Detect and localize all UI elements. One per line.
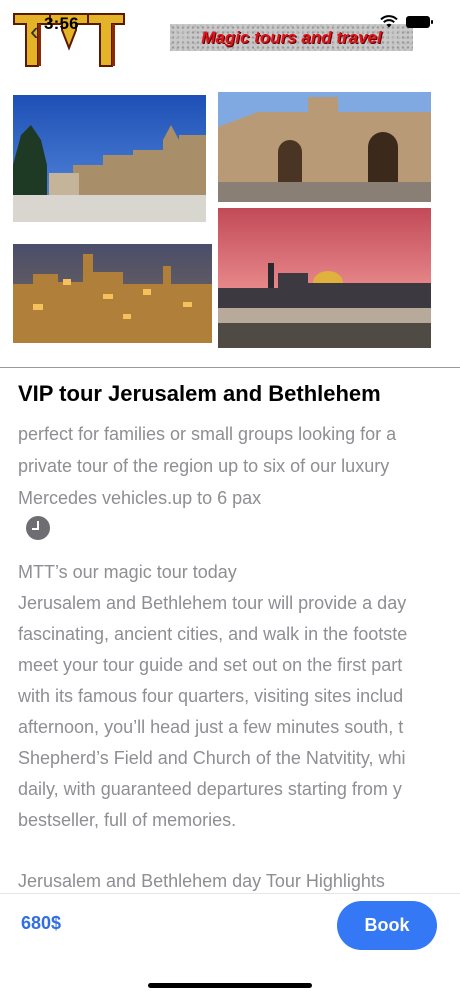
gallery-image-western-wall[interactable] [218, 208, 431, 348]
tour-title: VIP tour Jerusalem and Bethlehem [18, 381, 381, 406]
status-time: 3:56 [44, 14, 79, 33]
price-label: 680$ [21, 913, 62, 933]
battery-icon [406, 15, 433, 28]
tour-subtitle: perfect for families or small groups loo… [18, 418, 458, 514]
gallery-image-holy-sepulchre[interactable] [218, 92, 431, 202]
description-line: Jerusalem and Bethlehem tour will provid… [18, 593, 407, 613]
wifi-icon [380, 15, 398, 28]
clock-icon [26, 516, 50, 540]
description-line: with its famous four quarters, visiting … [18, 686, 404, 706]
subtitle-line: Mercedes vehicles.up to 6 pax [18, 488, 262, 508]
book-button[interactable]: Book [337, 901, 437, 950]
description-line: fascinating, ancient cities, and walk in… [18, 624, 408, 644]
highlights-heading: Jerusalem and Bethlehem day Tour Highlig… [18, 871, 385, 891]
back-chevron-icon[interactable]: ‹ [30, 16, 39, 47]
brand-banner: Magic tours and travel [170, 24, 413, 51]
description-line: afternoon, you’ll head just a few minute… [18, 717, 404, 737]
divider [0, 367, 460, 368]
description-line: MTT’s our magic tour today [18, 562, 237, 582]
description-line: Shepherd’s Field and Church of the Natvi… [18, 748, 406, 768]
status-icons [380, 15, 433, 28]
tour-description: MTT’s our magic tour today Jerusalem and… [18, 557, 460, 836]
description-line: meet your tour guide and set out on the … [18, 655, 403, 675]
description-line: daily, with guaranteed departures starti… [18, 779, 402, 799]
subtitle-line: perfect for families or small groups loo… [18, 424, 397, 444]
description-line: bestseller, full of memories. [18, 810, 237, 830]
home-indicator[interactable] [148, 983, 312, 988]
subtitle-line: private tour of the region up to six of … [18, 456, 390, 476]
gallery-image-bethlehem-square[interactable] [13, 95, 206, 222]
gallery-image-jerusalem-night[interactable] [13, 244, 212, 343]
brand-text: Magic tours and travel [201, 27, 382, 47]
